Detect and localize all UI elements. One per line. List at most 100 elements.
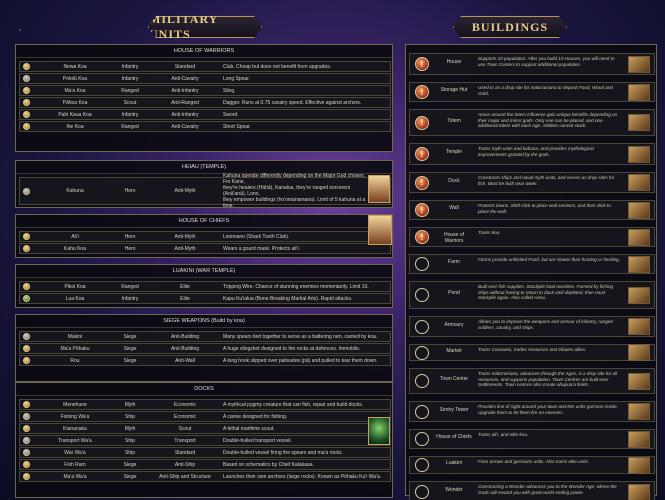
building-icon <box>415 257 429 271</box>
exclamation-icon: ! <box>420 59 424 69</box>
unit-type: Ship <box>124 413 135 420</box>
unit-row[interactable]: Fish Ram Siege Anti-Ship Based on schematic… <box>19 459 391 470</box>
building-row[interactable]: ! Dock Constructs ships and naval myth uni… <box>409 172 655 193</box>
building-row[interactable]: Luakini Fires arrows and garrisons units.… <box>409 456 655 474</box>
building-name: Wonder <box>445 487 463 493</box>
building-icon: ! <box>415 147 429 161</box>
building-row[interactable]: Sentry Tower Provides line of sight aroun… <box>409 401 655 422</box>
unit-icon <box>23 333 30 340</box>
unit-row[interactable]: Ali'i Hero Anti-Myth Leiomano (Shark Tooth … <box>19 231 391 242</box>
unit-description: Short Spear. <box>223 123 251 130</box>
unit-name: Kahu Koa <box>64 245 86 252</box>
unit-role: Anti-Myth <box>174 245 196 252</box>
unit-role: Anti-Myth <box>174 188 196 194</box>
building-image <box>628 344 650 361</box>
docks-panel: DOCKS Menehune Myth Economic A mythical pygm… <box>15 382 393 498</box>
building-icon <box>415 345 429 360</box>
building-name: Farm <box>448 259 460 265</box>
unit-row[interactable]: Kiananaka Myth Scout A lethal maritime scou… <box>19 423 391 434</box>
building-name: House of Chiefs <box>436 434 472 440</box>
unit-description: Wears a gourd mask. Protects ali'i. <box>223 245 301 252</box>
building-image <box>628 483 650 500</box>
building-row[interactable]: Town Center Trains maka'ainana, advances … <box>409 368 655 394</box>
building-description: Constructs ships and naval myth units, a… <box>478 175 615 186</box>
building-row[interactable]: Market Trains Caravans, trades resources … <box>409 344 655 361</box>
unit-name: Ma'a Wa'a <box>63 473 87 480</box>
building-row[interactable]: Armoury Allows you to improve the weapons… <box>409 316 655 337</box>
unit-row[interactable]: Kahuna Hero Anti-Myth Kahuna operate differ… <box>19 173 391 209</box>
unit-name: Pikoi Koa <box>64 283 86 290</box>
description-line: they empower buildings (ho'omanamana). L… <box>223 197 366 209</box>
unit-row[interactable]: Kahu Koa Hero Anti-Myth Wears a gourd mask.… <box>19 243 391 254</box>
house-of-chiefs-panel: HOUSE OF CHIEFS Ali'i Hero Anti-Myth Leioman… <box>15 214 393 258</box>
building-row[interactable]: ! Storage Hut Used to as a drop site for m… <box>409 82 655 102</box>
building-name: Sentry Tower <box>439 406 469 413</box>
building-row[interactable]: House of Chiefs Trains ali'i, and elite k… <box>409 429 655 449</box>
building-row[interactable]: ! Totem Areas around the totem influence g… <box>409 109 655 136</box>
unit-icon <box>23 233 30 240</box>
exclamation-icon: ! <box>420 178 424 187</box>
building-description: Areas around the totem influence gain un… <box>478 112 618 129</box>
unit-row[interactable]: Menehune Myth Economic A mythical pygmy cre… <box>19 399 391 410</box>
unit-row[interactable]: Lua Koa Infantry Elite Kapu Ku'ialua (Bone-… <box>19 293 391 304</box>
unit-type: Siege <box>123 473 137 480</box>
building-icon: ! <box>415 175 429 190</box>
unit-description: A mythical pygmy creature that can fish,… <box>223 401 364 408</box>
unit-row[interactable]: Pikoi Koa Ranged Elite Tripping Wire. Chanc… <box>19 281 391 292</box>
unit-type: Infantry <box>121 111 139 118</box>
unit-row[interactable]: Pāhoa Koa Scout Anti-Ranged Dagger. Runs at… <box>19 97 391 108</box>
building-icon: ! <box>415 230 429 244</box>
unit-row[interactable]: Ma'a Wa'a Siege Anti-Ship and Structure Lau… <box>19 471 391 482</box>
house-of-chiefs-title: HOUSE OF CHIEFS <box>16 215 392 228</box>
building-row[interactable]: ! House Supports 10 population. After you … <box>409 53 655 75</box>
unit-description: Based on schematics by Chief Kalakaua. <box>223 461 314 468</box>
unit-description: A lethal maritime scout. <box>223 425 275 432</box>
unit-row[interactable]: Pahi Kaua Koa Infantry Anti-Infantry Sword. <box>19 109 391 120</box>
exclamation-icon: ! <box>420 118 424 127</box>
unit-description: Sword. <box>223 111 239 118</box>
unit-type: Ranged <box>121 87 139 94</box>
unit-row[interactable]: Ma'a Pōhaku Siege Anti-Building A huge slin… <box>19 343 391 354</box>
building-row[interactable]: Pond Built over fish supplies. Stockpile … <box>409 281 655 309</box>
unit-row[interactable]: Newa Koa Infantry Standard Club. Cheap but … <box>19 61 391 72</box>
unit-name: Ali'i <box>71 233 79 240</box>
unit-name: Lua Koa <box>65 295 85 302</box>
building-row[interactable]: ! House of Warriors Trains koa. <box>409 227 655 247</box>
unit-role: Scout <box>178 425 192 432</box>
building-row[interactable]: Wonder Constructing a Wonder advances you… <box>409 481 655 500</box>
unit-description: Leiomano (Shark Tooth Club). <box>223 233 290 240</box>
unit-row[interactable]: Transport Wa'a Ship Transport Double-hulled… <box>19 435 391 446</box>
building-name: Pond <box>448 290 460 296</box>
building-image <box>628 145 650 163</box>
building-description: Fires arrows and garrisons units. Also t… <box>478 459 590 464</box>
unit-role: Standard <box>174 63 196 70</box>
unit-row[interactable]: Ihe Koa Ranged Anti-Cavalry Short Spear. <box>19 121 391 132</box>
unit-type: Siege <box>123 357 137 364</box>
unit-row[interactable]: Rou Siege Anti-Wall A long hook slipped ove… <box>19 355 391 366</box>
unit-row[interactable]: Ma'a Koa Ranged Anti-Infantry Sling. <box>19 85 391 96</box>
building-row[interactable]: Farm Farms provide unlimited Food, but ar… <box>409 254 655 274</box>
unit-type: Siege <box>123 345 137 352</box>
building-image <box>628 114 650 131</box>
unit-row[interactable]: Makini Siege Anti-Building Many spears tied… <box>19 331 391 342</box>
unit-row[interactable]: Fishing Wa'a Ship Economic A canoe designed… <box>19 411 391 422</box>
unit-role: Anti-Infantry <box>171 87 199 94</box>
unit-role: Economic <box>174 401 196 408</box>
unit-icon <box>23 295 30 302</box>
exclamation-icon: ! <box>420 149 424 159</box>
unit-type: Myth <box>124 425 136 432</box>
exclamation-icon: ! <box>420 87 424 97</box>
unit-type: Hero <box>124 245 136 252</box>
unit-icon <box>23 87 30 94</box>
unit-row[interactable]: War Wa'a Ship Standard Double-hulled vessel… <box>19 447 391 458</box>
building-name: Luakini <box>446 460 462 466</box>
unit-row[interactable]: Pololū Koa Infantry Anti-Cavalry Long Spear… <box>19 73 391 84</box>
building-image <box>628 174 650 191</box>
building-icon <box>415 319 429 334</box>
building-row[interactable]: ! Wall Protects towns. Shift-click to plac… <box>409 200 655 220</box>
building-row[interactable]: ! Temple Trains myth units and kahuna, and… <box>409 143 655 165</box>
unit-description: Kapu Ku'ialua (Bone-Breaking Martial Art… <box>223 295 353 302</box>
unit-name: Transport Wa'a <box>58 437 92 444</box>
unit-icon <box>23 75 30 82</box>
unit-icon <box>23 473 30 480</box>
